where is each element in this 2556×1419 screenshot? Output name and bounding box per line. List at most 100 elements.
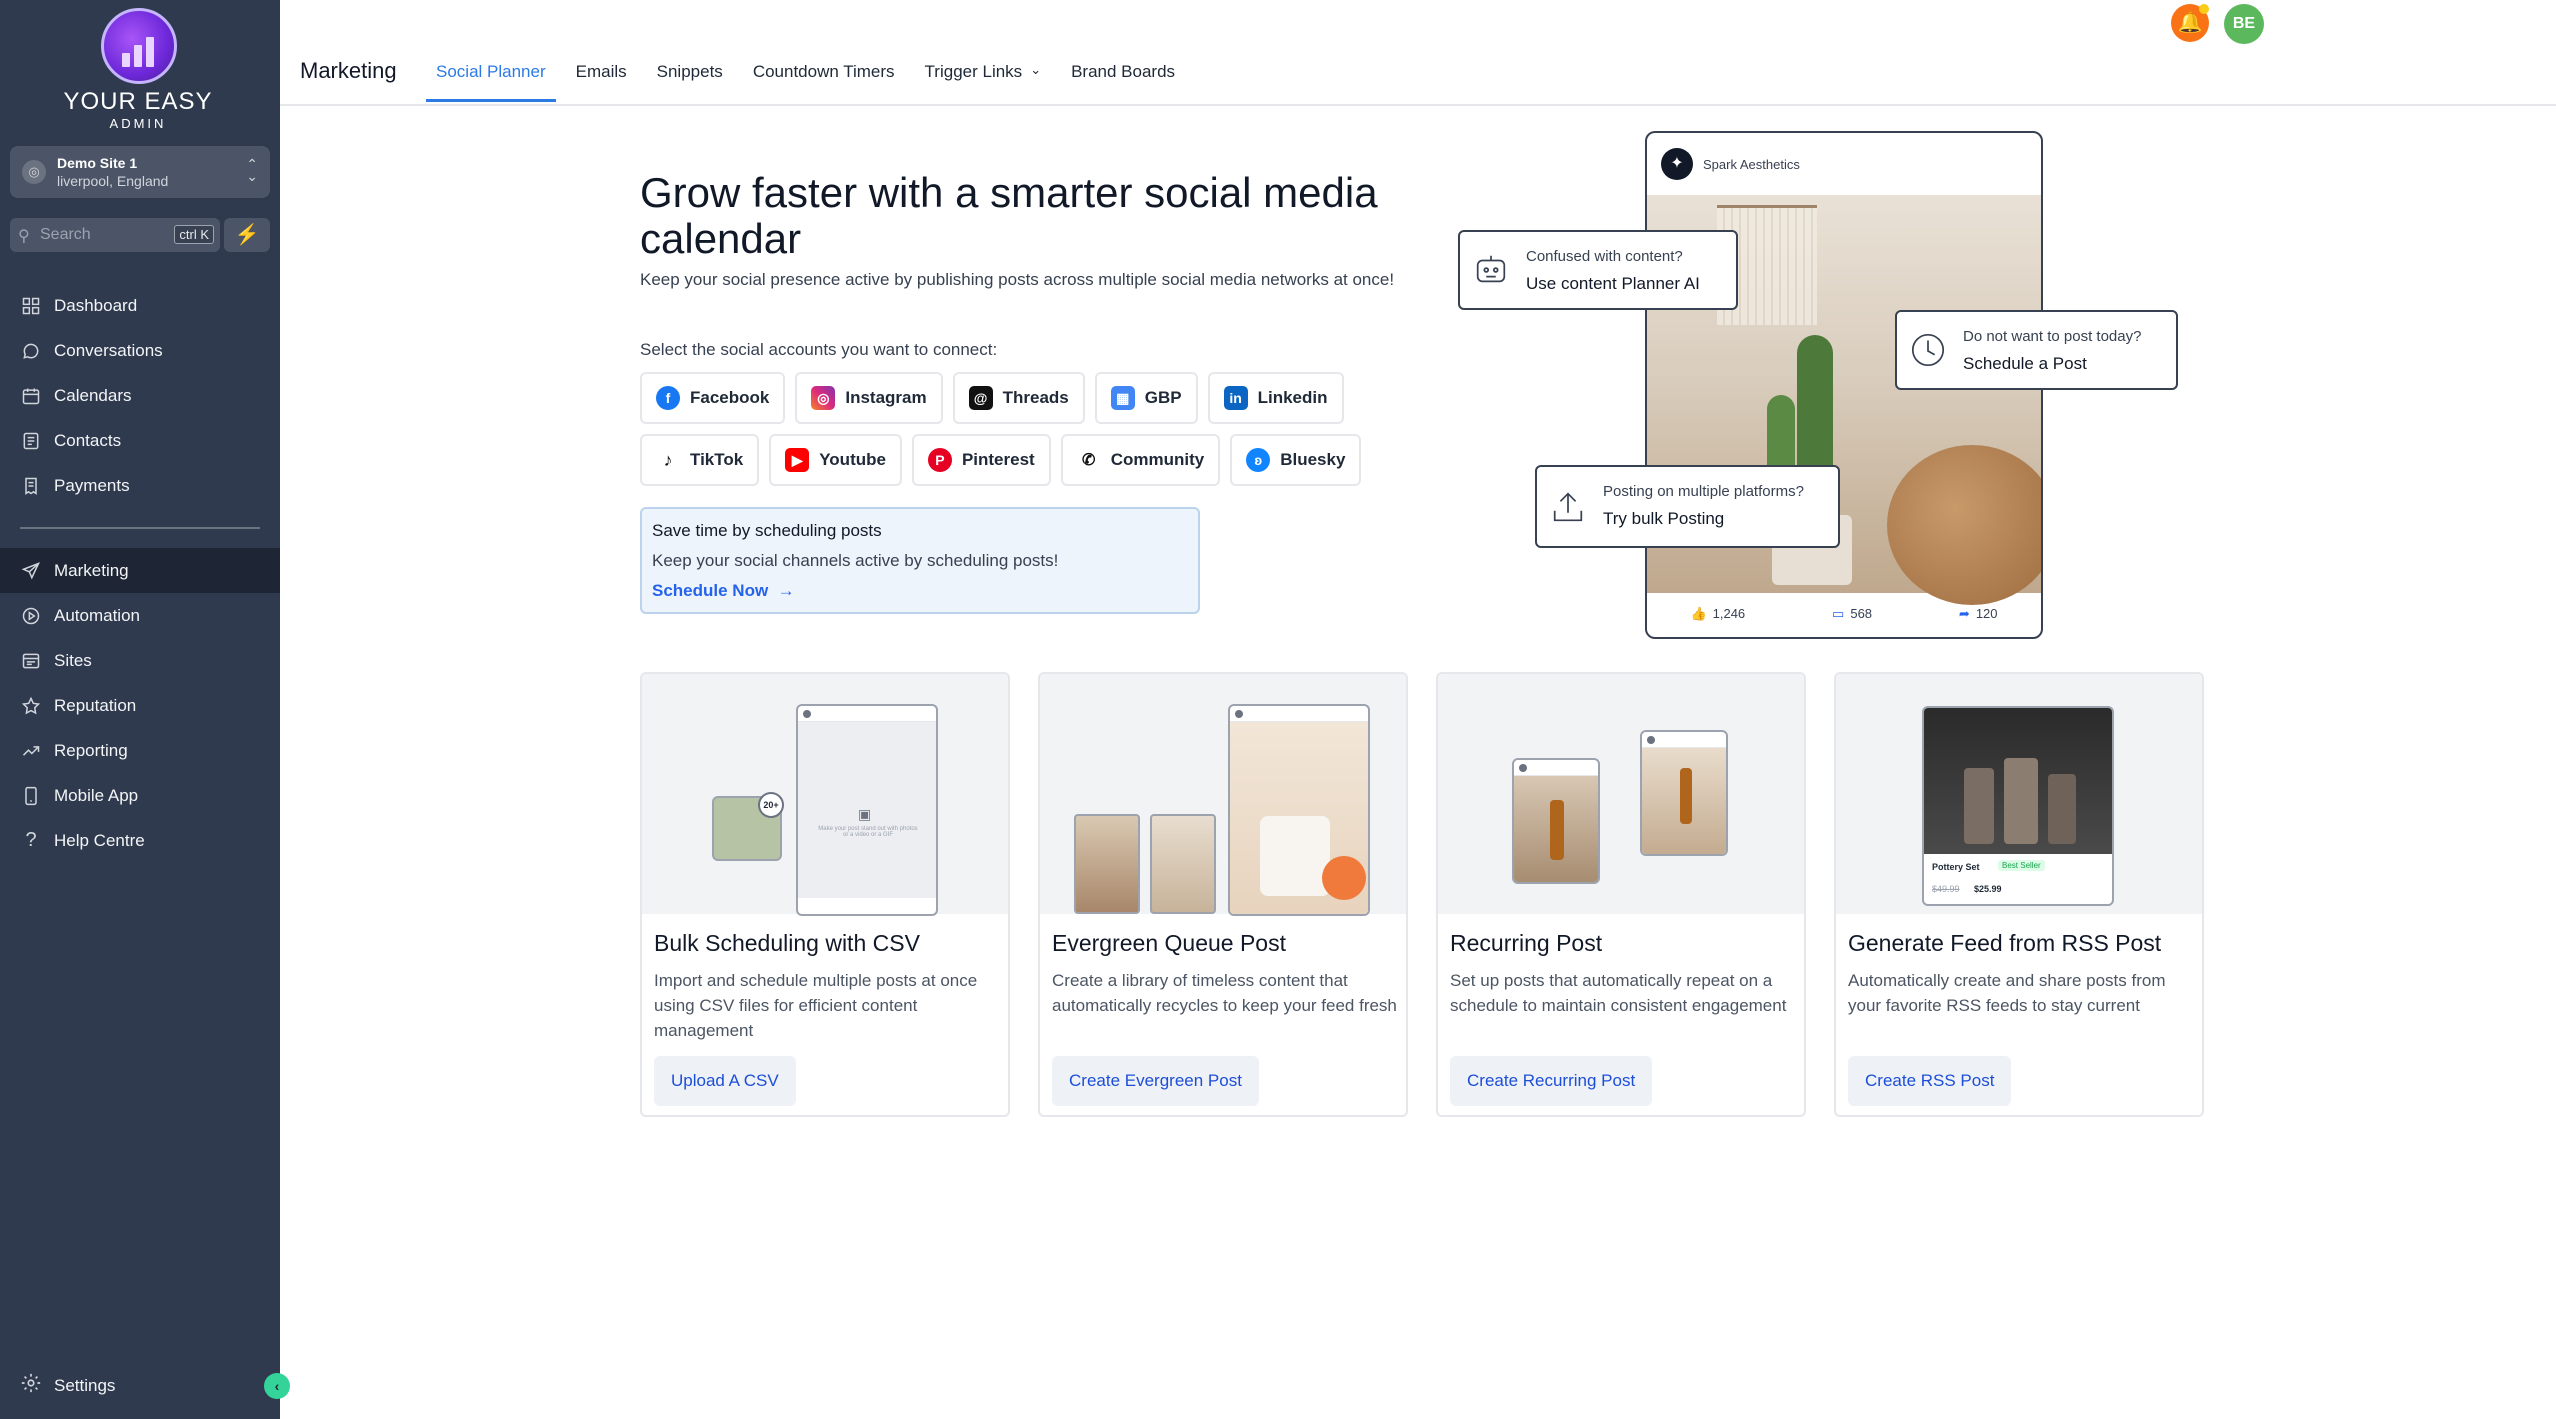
connect-instagram-button[interactable]: ◎ Instagram — [795, 372, 943, 424]
tab-emails[interactable]: Emails — [566, 52, 637, 102]
callout-question: Confused with content? — [1526, 248, 1683, 265]
send-icon — [20, 560, 42, 582]
collapse-sidebar-button[interactable]: ‹ — [264, 1373, 290, 1399]
comment-icon: ▭ — [1832, 606, 1845, 621]
arrow-right-icon: → — [772, 581, 795, 600]
sidebar-item-dashboard[interactable]: Dashboard — [0, 283, 280, 328]
automation-icon — [20, 605, 42, 627]
callout-question: Posting on multiple platforms? — [1603, 483, 1804, 500]
user-avatar[interactable]: BE — [2224, 4, 2264, 44]
sidebar-item-reporting[interactable]: Reporting — [0, 728, 280, 773]
sidebar-item-mobile-app[interactable]: Mobile App — [0, 773, 280, 818]
quick-action-button[interactable]: ⚡ — [224, 218, 270, 252]
sidebar-item-automation[interactable]: Automation — [0, 593, 280, 638]
sidebar-item-settings[interactable]: Settings — [20, 1372, 115, 1399]
likes-stat: 👍 1,246 — [1690, 606, 1745, 622]
schedule-promo-description: Keep your social channels active by sche… — [652, 551, 1059, 570]
sites-icon — [20, 650, 42, 672]
create-recurring-post-button[interactable]: Create Recurring Post — [1450, 1056, 1653, 1106]
schedule-promo-title: Save time by scheduling posts — [652, 521, 882, 540]
sidebar-item-reputation[interactable]: Reputation — [0, 683, 280, 728]
card-bulk-scheduling: ▣ Make your post stand out with photos o… — [640, 672, 1010, 1117]
tab-trigger-links[interactable]: Trigger Links ⌄ — [915, 52, 1052, 102]
chevron-down-icon: ⌄ — [1030, 62, 1042, 77]
mini-phone: ▣ Make your post stand out with photos o… — [796, 704, 938, 916]
sidebar-item-calendars[interactable]: Calendars — [0, 373, 280, 418]
sidebar-item-marketing[interactable]: Marketing — [0, 548, 280, 593]
sidebar-item-conversations[interactable]: Conversations — [0, 328, 280, 373]
card-description: Set up posts that automatically repeat o… — [1450, 971, 1787, 1015]
sidebar-item-contacts[interactable]: Contacts — [0, 418, 280, 463]
settings-label: Settings — [54, 1375, 116, 1395]
connect-pinterest-button[interactable]: P Pinterest — [911, 434, 1051, 486]
candle-photo-2 — [1150, 814, 1216, 914]
upload-csv-button[interactable]: Upload A CSV — [654, 1056, 796, 1106]
account-label: GBP — [1144, 388, 1182, 407]
best-seller-badge: Best Seller — [1998, 860, 2045, 871]
callout-planner-ai: Confused with content? Use content Plann… — [1458, 230, 1738, 310]
sidebar-item-help-centre[interactable]: ? Help Centre — [0, 818, 280, 863]
callout-action: Schedule a Post — [1963, 354, 2087, 373]
chevron-updown-icon: ⌃ ⌄ — [246, 156, 258, 184]
connect-linkedin-button[interactable]: in Linkedin — [1207, 372, 1344, 424]
contacts-icon — [20, 430, 42, 452]
sidebar-item-label: Reporting — [54, 740, 128, 760]
card-recurring-post: Recurring Post Set up posts that automat… — [1436, 672, 1806, 1117]
chat-icon — [20, 340, 42, 362]
schedule-promo-box: Save time by scheduling posts Keep your … — [640, 507, 1200, 614]
callout-schedule: Do not want to post today? Schedule a Po… — [1895, 310, 2178, 390]
schedule-now-link[interactable]: Schedule Now → — [652, 581, 795, 601]
create-evergreen-post-button[interactable]: Create Evergreen Post — [1052, 1056, 1259, 1106]
bluesky-icon: ʚ — [1246, 448, 1271, 472]
tab-countdown-timers[interactable]: Countdown Timers — [743, 52, 905, 102]
callout-question: Do not want to post today? — [1963, 328, 2142, 345]
mobile-icon — [20, 785, 42, 807]
product-card: Pottery Set Best Seller $49.99 $25.99 — [1922, 706, 2114, 906]
search-placeholder: Search — [40, 226, 91, 243]
post-stats: 👍 1,246 ▭ 568 ➦ 120 — [1647, 591, 2041, 637]
connect-gbp-button[interactable]: ▦ GBP — [1094, 372, 1198, 424]
help-icon: ? — [25, 829, 37, 851]
tab-label: Trigger Links — [924, 62, 1023, 81]
tab-social-planner[interactable]: Social Planner — [426, 52, 556, 102]
bulk-placeholder-text: Make your post stand out with photos or … — [818, 826, 918, 838]
share-icon: ➦ — [1958, 606, 1970, 621]
connect-bluesky-button[interactable]: ʚ Bluesky — [1230, 434, 1362, 486]
callout-action: Try bulk Posting — [1603, 509, 1725, 528]
gear-icon — [20, 1372, 42, 1399]
post-header: ✦ Spark Aesthetics — [1647, 133, 2041, 195]
sidebar-item-label: Help Centre — [54, 830, 145, 850]
tab-brand-boards[interactable]: Brand Boards — [1061, 52, 1185, 102]
top-bar: Marketing Social Planner Emails Snippets… — [280, 0, 2556, 106]
schedule-now-label: Schedule Now — [652, 581, 769, 600]
connect-tiktok-button[interactable]: ♪ TikTok — [640, 434, 760, 486]
connect-youtube-button[interactable]: ▶ Youtube — [769, 434, 902, 486]
calendar-icon — [20, 385, 42, 407]
bolt-icon: ⚡ — [234, 224, 260, 246]
facebook-icon: f — [656, 386, 680, 410]
sidebar-item-payments[interactable]: Payments — [0, 463, 280, 508]
sidebar-item-sites[interactable]: Sites — [0, 638, 280, 683]
search-icon: ⚲ — [18, 228, 30, 245]
sidebar-item-label: Mobile App — [54, 785, 139, 805]
notifications-button[interactable]: 🔔 — [2171, 4, 2209, 42]
tab-snippets[interactable]: Snippets — [647, 52, 733, 102]
site-switcher[interactable]: ◎ Demo Site 1 liverpool, England ⌃ ⌄ — [10, 146, 270, 198]
product-name: Pottery Set — [1932, 862, 1980, 872]
secondary-nav: Marketing Automation Sites Reputation Re… — [0, 548, 280, 863]
pinterest-icon: P — [927, 448, 952, 472]
sidebar-search[interactable]: ⚲ Search ctrl K — [10, 218, 220, 252]
sidebar-item-label: Dashboard — [54, 295, 138, 315]
sidebar-item-label: Automation — [54, 605, 140, 625]
thumbs-up-icon: 👍 — [1690, 606, 1707, 621]
connect-community-button[interactable]: ✆ Community — [1060, 434, 1221, 486]
connect-threads-button[interactable]: @ Threads — [952, 372, 1085, 424]
star-icon — [20, 695, 42, 717]
mini-phone — [1228, 704, 1370, 916]
connect-facebook-button[interactable]: f Facebook — [640, 372, 786, 424]
robot-icon — [1472, 251, 1510, 289]
create-rss-post-button[interactable]: Create RSS Post — [1848, 1056, 2012, 1106]
callout-action: Use content Planner AI — [1526, 274, 1700, 293]
logo-globe-icon — [101, 8, 177, 84]
brand-logo[interactable]: YOUR EASY ADMIN — [58, 8, 218, 131]
